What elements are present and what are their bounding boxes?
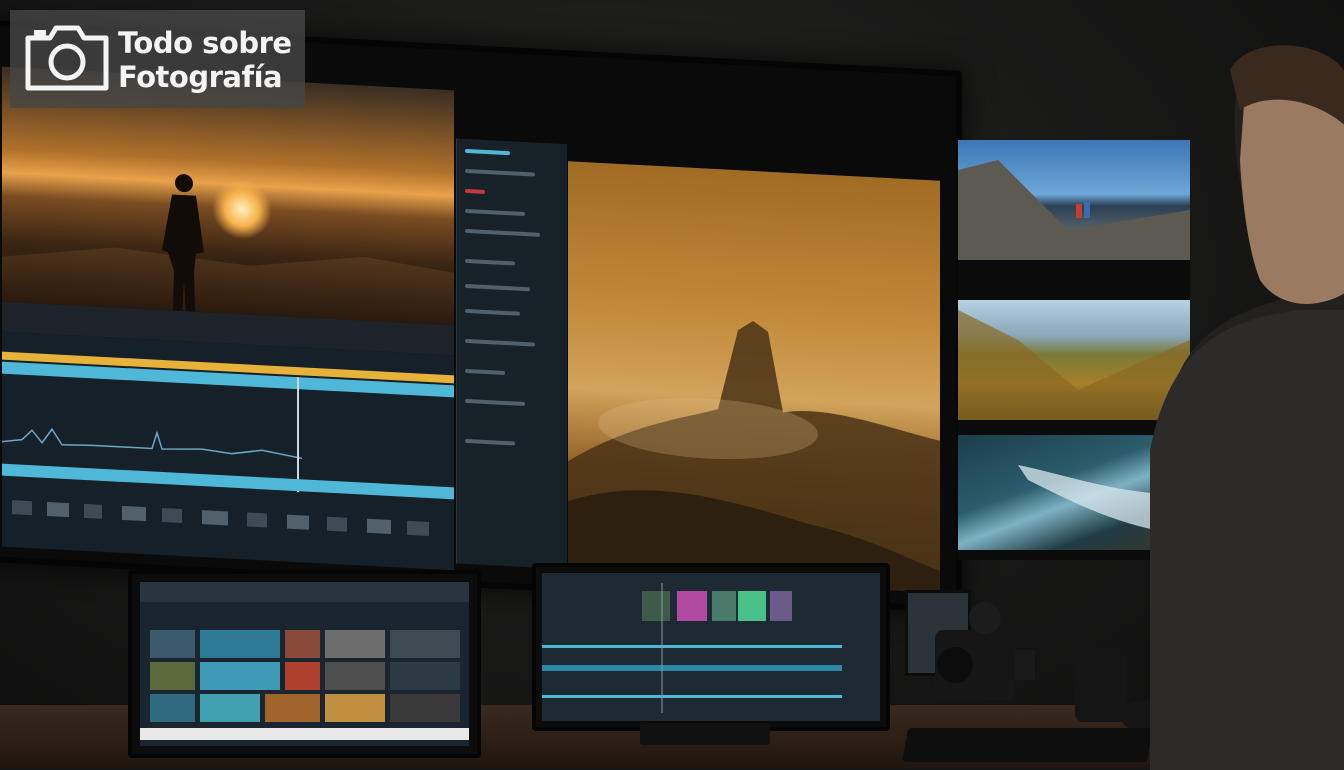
inspector-row[interactable]	[465, 168, 535, 177]
keyboard[interactable]	[902, 728, 1153, 762]
sun-glow	[212, 177, 272, 241]
timeline-panel[interactable]	[2, 331, 454, 571]
inspector-row[interactable]	[465, 308, 520, 316]
left-desk-monitor	[128, 570, 481, 758]
inspector-row[interactable]	[465, 208, 525, 217]
rock-figure-silhouette	[568, 320, 940, 593]
main-editing-display	[0, 20, 962, 613]
inspector-row[interactable]	[465, 368, 505, 375]
video-camera	[935, 602, 1035, 700]
record-indicator	[465, 188, 485, 194]
mini-timeline	[542, 583, 842, 713]
playhead[interactable]	[297, 377, 299, 493]
brand-line-1: Todo sobre	[118, 26, 292, 60]
inspector-row[interactable]	[465, 258, 515, 266]
inspector-row[interactable]	[465, 438, 515, 446]
inspector-panel[interactable]	[456, 138, 567, 570]
audio-waveform	[2, 427, 302, 460]
brand-line-2: Fotografía	[118, 60, 283, 94]
brand-name: Todo sobre Fotografía	[118, 26, 303, 94]
inspector-row[interactable]	[465, 228, 540, 237]
inspector-row[interactable]	[465, 398, 525, 407]
inspector-tab[interactable]	[465, 148, 510, 156]
center-desk-monitor	[532, 563, 890, 731]
clip-thumbnails-row[interactable]	[2, 492, 454, 546]
timeline-editor-screen[interactable]	[542, 573, 880, 721]
timeline-track-secondary[interactable]	[2, 463, 454, 500]
media-grid	[140, 582, 469, 740]
editor-person	[1150, 45, 1344, 770]
media-browser-screen[interactable]	[140, 582, 469, 746]
inspector-row[interactable]	[465, 338, 535, 347]
monitor-stand	[640, 723, 770, 745]
inspector-row[interactable]	[465, 283, 530, 292]
camera-lens	[1075, 650, 1127, 722]
misty-rock-photo	[568, 161, 940, 593]
camera-icon	[25, 25, 109, 91]
brand-logo: Todo sobre Fotografía	[10, 10, 305, 108]
